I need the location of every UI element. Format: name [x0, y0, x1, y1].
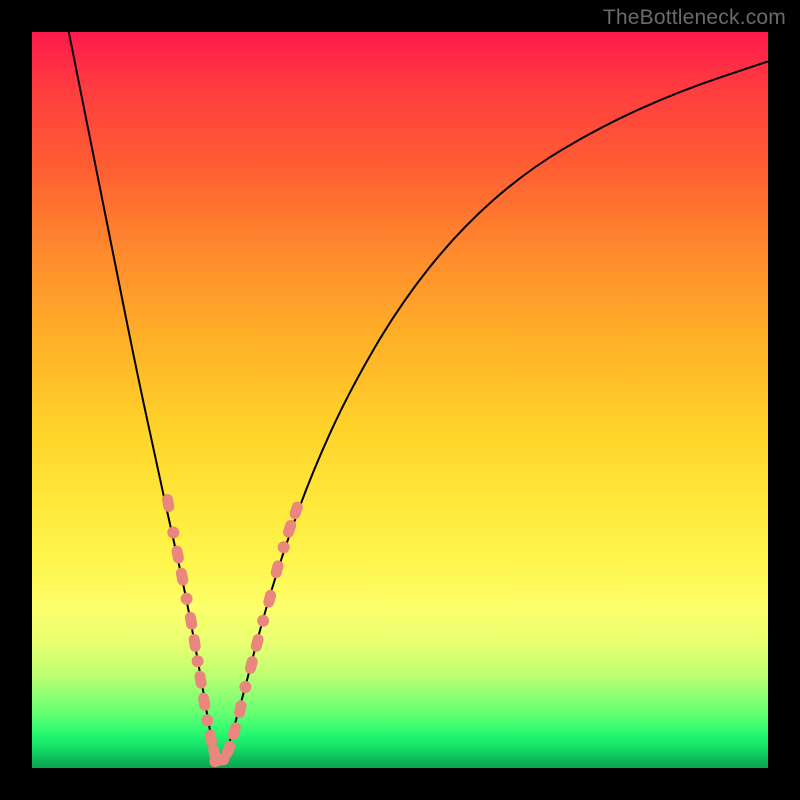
marker-capsule: [262, 589, 277, 609]
marker-capsule: [171, 545, 185, 565]
chart-frame: TheBottleneck.com: [0, 0, 800, 800]
marker-capsule: [175, 567, 189, 587]
marker-capsule: [269, 559, 284, 579]
watermark-text: TheBottleneck.com: [603, 6, 786, 30]
marker-capsule: [161, 493, 175, 513]
chart-svg: [32, 32, 768, 768]
marker-capsule: [184, 611, 198, 631]
bottleneck-curve: [69, 32, 768, 761]
marker-capsule: [194, 670, 208, 690]
marker-capsule: [197, 692, 211, 712]
marker-group: [161, 493, 304, 768]
marker-capsule: [226, 721, 242, 741]
marker-capsule: [188, 633, 202, 653]
marker-capsule: [250, 633, 265, 653]
marker-capsule: [233, 699, 248, 719]
marker-dot: [239, 681, 251, 693]
marker-dot: [257, 615, 269, 627]
marker-capsule: [244, 655, 259, 675]
marker-dot: [278, 541, 290, 553]
marker-dot: [192, 655, 204, 667]
marker-dot: [167, 527, 179, 539]
marker-dot: [181, 593, 193, 605]
marker-dot: [201, 714, 213, 726]
chart-plot-area: [32, 32, 768, 768]
